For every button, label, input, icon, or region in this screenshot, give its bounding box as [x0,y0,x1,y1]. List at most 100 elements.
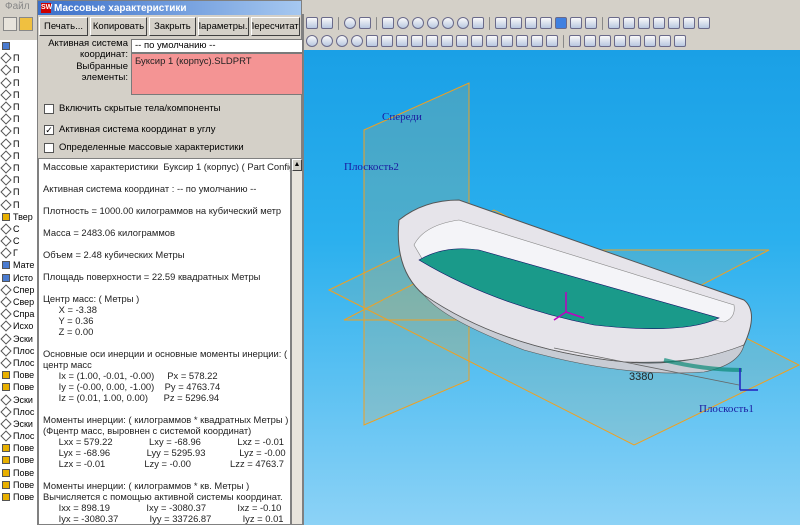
tree-item[interactable]: П [0,101,39,113]
tree-item[interactable]: Пове [0,454,39,466]
view-back-icon[interactable] [623,17,635,29]
label-plane2[interactable]: Плоскость2 [344,161,399,173]
recalculate-button[interactable]: Пересчитать [250,17,300,36]
tree-item[interactable]: П [0,198,39,211]
tree-item[interactable]: Пове [0,381,39,393]
point-icon[interactable] [351,35,363,47]
zoom-in-out-icon[interactable] [427,17,439,29]
tree-item[interactable]: Пове [0,369,39,381]
tree-item[interactable]: П [0,52,39,64]
rotate-entities-icon[interactable] [644,35,656,47]
tree-item[interactable]: С [0,223,39,235]
options-button[interactable]: Параметры... [197,17,249,36]
offset-icon[interactable] [426,35,438,47]
checkbox-override-mass[interactable]: Определенные массовые характеристики [44,142,244,153]
tree-item[interactable]: П [0,174,39,186]
checkbox-active-coord-box[interactable]: ✓ [44,124,54,135]
tree-item[interactable]: П [0,113,39,125]
mirror-icon[interactable] [441,35,453,47]
tree-item[interactable]: П [0,64,39,77]
section-icon[interactable] [585,17,597,29]
view-bottom-icon[interactable] [683,17,695,29]
copy-entities-icon[interactable] [614,35,626,47]
results-text[interactable]: Массовые характеристики Буксир 1 (корпус… [38,158,291,525]
view-iso-icon[interactable] [698,17,710,29]
coord-system-select[interactable]: -- по умолчанию -- [131,39,303,53]
trim-icon[interactable] [396,35,408,47]
selected-items-list[interactable]: Буксир 1 (корпус).SLDPRT [131,53,303,95]
line-icon[interactable] [381,35,393,47]
tree-item[interactable]: П [0,125,39,138]
circle-icon[interactable] [306,35,318,47]
tree-item[interactable]: Мате [0,259,39,271]
tree-item[interactable]: Плос [0,357,39,369]
target-icon[interactable] [336,35,348,47]
tree-item[interactable]: Эски [0,418,39,430]
print-button[interactable]: Печать... [39,17,89,36]
zoom-area-icon[interactable] [412,17,424,29]
tree-item[interactable]: С [0,235,39,247]
tree-item[interactable]: П [0,76,39,89]
view-top-icon[interactable] [668,17,680,29]
copy-button[interactable]: Копировать [90,17,147,36]
dimension-icon[interactable] [531,35,543,47]
perspective-icon[interactable] [570,17,582,29]
label-front[interactable]: Спереди [382,111,422,123]
checkbox-hidden-bodies-box[interactable] [44,103,54,114]
label-plane1[interactable]: Плоскость1 [699,403,754,415]
ring-icon[interactable] [321,35,333,47]
fillet-icon[interactable] [456,35,468,47]
tree-item[interactable]: П [0,162,39,174]
extend-icon[interactable] [411,35,423,47]
tree-item[interactable]: Пове [0,442,39,454]
menu-file[interactable]: Файл [0,0,35,14]
tree-item[interactable]: Свер [0,296,39,308]
tree-item[interactable]: П [0,186,39,199]
pattern-icon[interactable] [516,35,528,47]
tree-item[interactable]: Пове [0,479,39,491]
construction-icon[interactable] [674,35,686,47]
scroll-up-icon[interactable]: ▲ [292,159,302,171]
zoom-fit-icon[interactable] [397,17,409,29]
tree-item[interactable]: Плос [0,345,39,357]
options-icon[interactable] [359,17,371,29]
zoom-selection-icon[interactable] [442,17,454,29]
split-icon[interactable] [659,35,671,47]
dimension-label[interactable]: 3380 [629,371,653,383]
grid-icon[interactable] [501,35,513,47]
rotate-icon[interactable] [457,17,469,29]
tree-item[interactable]: Исхо [0,320,39,333]
view-right-icon[interactable] [653,17,665,29]
tree-item[interactable]: Плос [0,430,39,442]
arrow-icon[interactable] [321,17,333,29]
forward-icon[interactable] [306,17,318,29]
view-left-icon[interactable] [638,17,650,29]
scale-icon[interactable] [629,35,641,47]
new-icon[interactable] [3,17,17,31]
view-front-icon[interactable] [608,17,620,29]
tree-item[interactable]: Пове [0,467,39,479]
shaded-edges-icon[interactable] [540,17,552,29]
close-button[interactable]: Закрыть [148,17,196,36]
shaded-icon[interactable] [555,17,567,29]
hidden-removed-icon[interactable] [525,17,537,29]
spline-icon[interactable] [366,35,378,47]
tree-item[interactable]: Спра [0,308,39,320]
convert-icon[interactable] [584,35,596,47]
tree-item[interactable]: П [0,89,39,101]
tree-item[interactable]: Пове [0,491,39,503]
tree-item[interactable]: Твер [0,211,39,223]
tree-item[interactable]: Эски [0,393,39,406]
checkbox-override-mass-box[interactable] [44,142,54,153]
tree-item[interactable]: Эски [0,332,39,345]
open-icon[interactable] [19,17,33,31]
dialog-titlebar[interactable]: SW Массовые характеристики [38,1,301,15]
select-icon[interactable] [382,17,394,29]
rebuild-icon[interactable] [344,17,356,29]
tree-item[interactable]: Плос [0,406,39,418]
checkbox-active-coord[interactable]: ✓ Активная система координат в углу [44,124,215,135]
block-icon[interactable] [569,35,581,47]
asterisk-icon[interactable] [486,35,498,47]
tree-item[interactable]: Г [0,247,39,259]
graphics-viewport[interactable]: 3380 Спереди Плоскость2 Плоскость1 [302,50,800,525]
